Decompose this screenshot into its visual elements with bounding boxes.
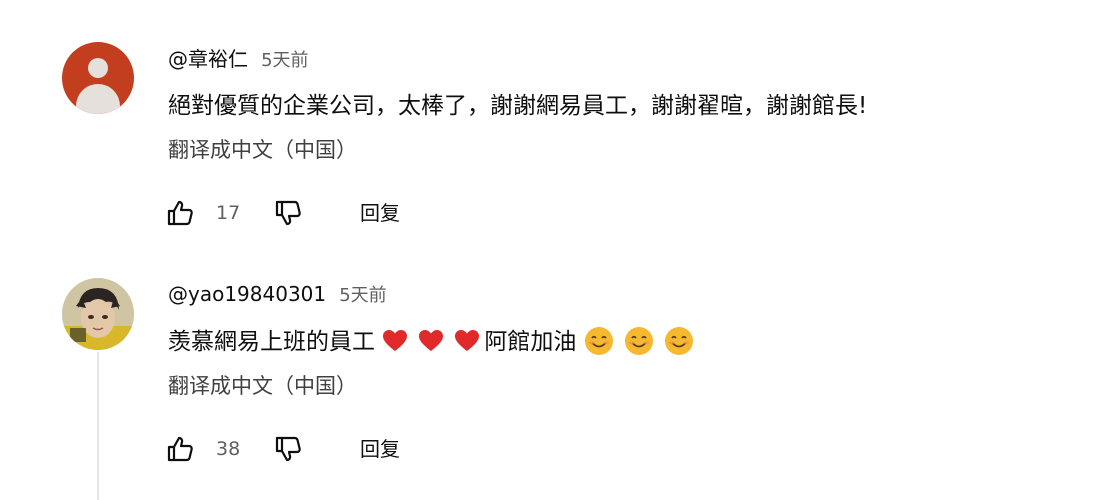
like-count: 17	[216, 202, 241, 224]
comment-thread: @章裕仁 5天前 絕對優質的企業公司，太棒了，謝謝網易員工，謝謝翟暄，謝謝館長!…	[0, 0, 1100, 250]
smiling-face-emoji	[624, 326, 653, 355]
default-user-body-icon	[76, 84, 120, 114]
comment-actions: 17 回复	[166, 197, 566, 229]
like-count: 38	[216, 438, 241, 460]
reply-button[interactable]: 回复	[360, 197, 400, 229]
comment-header: @yao19840301 5天前	[168, 278, 387, 310]
comment-thread: @yao19840301 5天前 羡慕網易上班的員工 阿館加油 翻译成中文（中国…	[0, 250, 1100, 500]
comment-actions: 38 回复	[166, 433, 566, 465]
comment-author[interactable]: @yao19840301	[168, 282, 326, 306]
comment-text-part: 阿館加油	[484, 329, 577, 355]
smiling-face-emoji	[584, 326, 613, 355]
reply-button[interactable]: 回复	[360, 433, 400, 465]
comment-text: 羡慕網易上班的員工 阿館加油	[168, 322, 704, 362]
avatar[interactable]	[62, 278, 134, 350]
comment-text: 絕對優質的企業公司，太棒了，謝謝網易員工，謝謝翟暄，謝謝館長!	[168, 93, 868, 119]
comment-text-part: 羡慕網易上班的員工	[168, 329, 375, 355]
thumbs-down-icon[interactable]	[274, 199, 302, 227]
comment-timestamp[interactable]: 5天前	[339, 285, 386, 306]
thumbs-down-icon[interactable]	[274, 435, 302, 463]
translate-link[interactable]: 翻译成中文（中国）	[168, 368, 357, 404]
red-heart-emoji	[419, 329, 444, 351]
translate-link[interactable]: 翻译成中文（中国）	[168, 132, 357, 168]
comment-author[interactable]: @章裕仁	[168, 47, 248, 71]
red-heart-emoji	[455, 329, 480, 351]
thumbs-up-icon[interactable]	[166, 435, 194, 463]
avatar[interactable]	[62, 42, 134, 114]
comment-timestamp[interactable]: 5天前	[261, 50, 308, 71]
default-user-head-icon	[88, 58, 108, 78]
thumbs-up-icon[interactable]	[166, 199, 194, 227]
reply-thread-line	[97, 352, 99, 500]
red-heart-emoji	[383, 329, 408, 351]
user-photo-icon	[62, 278, 134, 350]
smiling-face-emoji	[664, 326, 693, 355]
comment-header: @章裕仁 5天前	[168, 43, 309, 75]
